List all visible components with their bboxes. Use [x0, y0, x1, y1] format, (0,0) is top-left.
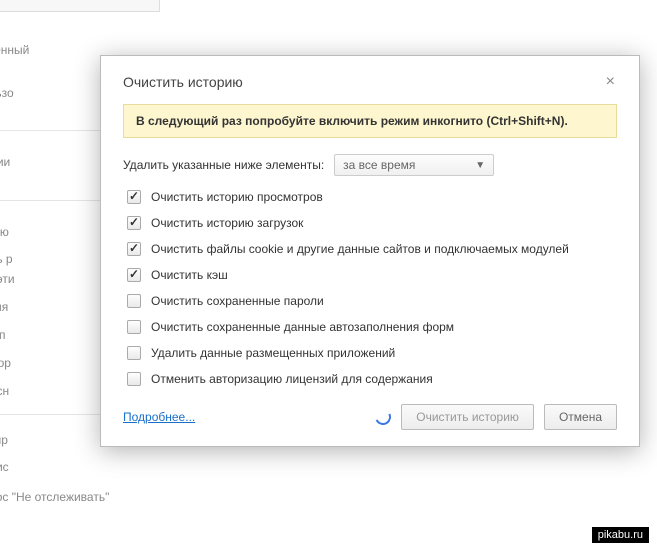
dialog-footer: Подробнее... Очистить историю Отмена: [123, 404, 617, 430]
option-row: Очистить историю просмотров: [127, 190, 617, 204]
option-row: Очистить файлы cookie и другие данные са…: [127, 242, 617, 256]
option-label: Очистить историю просмотров: [151, 190, 323, 204]
option-checkbox[interactable]: [127, 242, 141, 256]
time-period-row: Удалить указанные ниже элементы: за все …: [123, 154, 617, 176]
option-checkbox[interactable]: [127, 268, 141, 282]
option-checkbox[interactable]: [127, 190, 141, 204]
time-period-value: за все время: [343, 158, 415, 172]
footer-actions: Очистить историю Отмена: [375, 404, 617, 430]
option-label: Отменить авторизацию лицензий для содерж…: [151, 372, 433, 386]
option-row: Отменить авторизацию лицензий для содерж…: [127, 372, 617, 386]
options-list: Очистить историю просмотров Очистить исто…: [127, 190, 617, 386]
clear-history-dialog: Очистить историю × В следующий раз попро…: [100, 55, 640, 447]
time-period-label: Удалить указанные ниже элементы:: [123, 158, 324, 172]
option-label: Очистить кэш: [151, 268, 228, 282]
incognito-notice: В следующий раз попробуйте включить режи…: [123, 104, 617, 138]
option-checkbox[interactable]: [127, 216, 141, 230]
option-row: Очистить сохраненные пароли: [127, 294, 617, 308]
dialog-overlay: Очистить историю × В следующий раз попро…: [0, 0, 657, 547]
option-checkbox[interactable]: [127, 346, 141, 360]
clear-history-button[interactable]: Очистить историю: [401, 404, 534, 430]
option-row: Очистить сохраненные данные автозаполнен…: [127, 320, 617, 334]
option-label: Очистить сохраненные пароли: [151, 294, 324, 308]
option-label: Очистить историю загрузок: [151, 216, 303, 230]
option-label: Очистить файлы cookie и другие данные са…: [151, 242, 569, 256]
option-checkbox[interactable]: [127, 320, 141, 334]
option-checkbox[interactable]: [127, 372, 141, 386]
dialog-header: Очистить историю ×: [123, 74, 617, 90]
close-icon[interactable]: ×: [604, 74, 617, 90]
watermark: pikabu.ru: [592, 527, 649, 543]
time-period-select[interactable]: за все время ▼: [334, 154, 494, 176]
option-label: Удалить данные размещенных приложений: [151, 346, 395, 360]
option-label: Очистить сохраненные данные автозаполнен…: [151, 320, 454, 334]
option-checkbox[interactable]: [127, 294, 141, 308]
option-row: Очистить историю загрузок: [127, 216, 617, 230]
chevron-down-icon: ▼: [475, 160, 485, 171]
option-row: Удалить данные размещенных приложений: [127, 346, 617, 360]
dialog-title: Очистить историю: [123, 74, 243, 90]
cancel-button[interactable]: Отмена: [544, 404, 617, 430]
learn-more-link[interactable]: Подробнее...: [123, 410, 195, 424]
loading-spinner-icon: [373, 407, 394, 428]
option-row: Очистить кэш: [127, 268, 617, 282]
